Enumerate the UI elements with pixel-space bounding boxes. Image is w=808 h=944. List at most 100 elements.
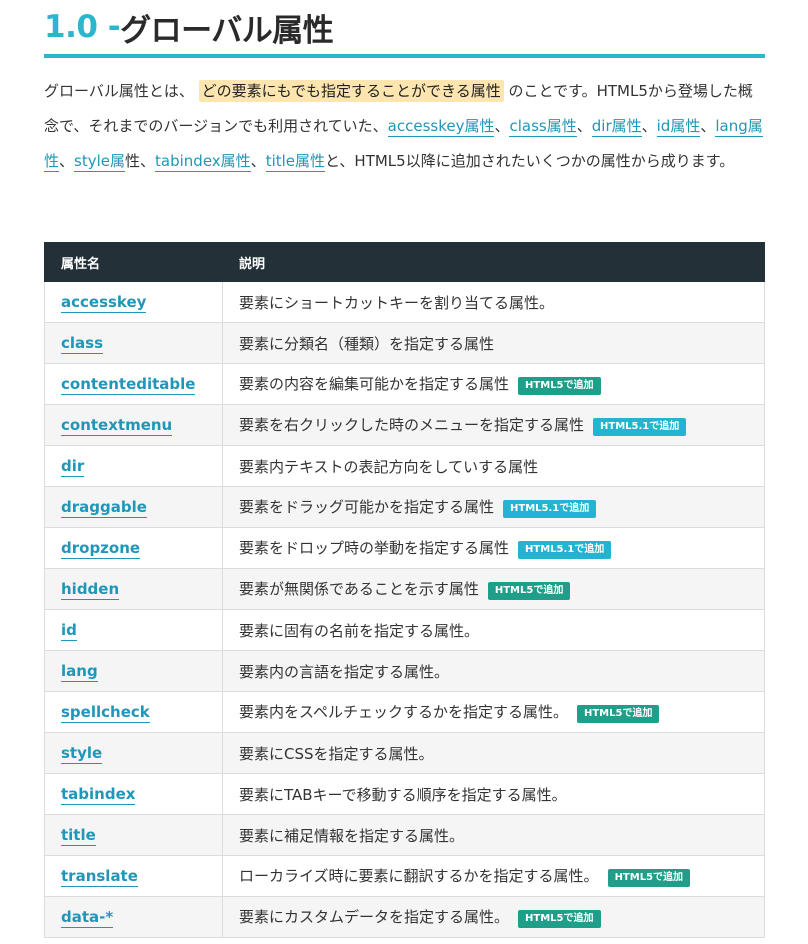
- link-dir[interactable]: dir属性: [591, 117, 642, 137]
- attribute-description: 要素に補足情報を指定する属性。: [239, 826, 465, 845]
- attribute-description: 要素が無関係であることを示す属性: [239, 580, 479, 598]
- table-row: id 要素に固有の名前を指定する属性。: [44, 609, 765, 651]
- attribute-link[interactable]: draggable: [61, 498, 147, 518]
- attribute-name-cell: spellcheck: [44, 691, 223, 733]
- separator: 、: [700, 117, 716, 135]
- attribute-name-cell: translate: [44, 855, 223, 897]
- attribute-link[interactable]: data-*: [61, 908, 114, 928]
- attribute-link[interactable]: dir: [61, 457, 85, 477]
- header-description: 説明: [222, 242, 765, 282]
- attribute-link[interactable]: dropzone: [61, 539, 141, 559]
- attribute-link[interactable]: spellcheck: [61, 703, 150, 723]
- attribute-description: 要素にTABキーで移動する順序を指定する属性。: [239, 785, 567, 804]
- attribute-name-cell: tabindex: [44, 773, 223, 815]
- attribute-link[interactable]: accesskey: [61, 293, 147, 313]
- attribute-name-cell: title: [44, 814, 223, 856]
- table-row: draggable 要素をドラッグ可能かを指定する属性 HTML5.1で追加: [44, 486, 765, 528]
- section-number: 1.0 -: [44, 9, 121, 45]
- intro-text-3: と、HTML5以降に追加されたいくつかの属性から成ります。: [325, 152, 735, 170]
- attribute-description-cell: 要素にショートカットキーを割り当てる属性。: [222, 281, 765, 323]
- attribute-description-cell: 要素に補足情報を指定する属性。: [222, 814, 765, 856]
- attribute-description-cell: 要素をドロップ時の挙動を指定する属性 HTML5.1で追加: [222, 527, 765, 569]
- attribute-description: 要素にカスタムデータを指定する属性。: [239, 908, 510, 926]
- attribute-description: 要素を右クリックした時のメニューを指定する属性: [239, 416, 585, 434]
- table-row: class 要素に分類名（種類）を指定する属性: [44, 322, 765, 364]
- attribute-link[interactable]: lang: [61, 662, 98, 682]
- attribute-description: 要素の内容を編集可能かを指定する属性: [239, 375, 510, 393]
- attribute-link[interactable]: class: [61, 334, 104, 354]
- separator: 、: [250, 152, 266, 170]
- table-row: translate ローカライズ時に要素に翻訳するかを指定する属性。 HTML5で追…: [44, 855, 765, 897]
- version-badge: HTML5で追加: [518, 910, 601, 928]
- link-accesskey[interactable]: accesskey属性: [387, 117, 495, 137]
- attribute-name-cell: contenteditable: [44, 363, 223, 405]
- attribute-description: 要素をドラッグ可能かを指定する属性: [239, 498, 495, 516]
- section-heading: 1.0 - グローバル属性: [44, 0, 765, 58]
- page: 1.0 - グローバル属性 グローバル属性とは、 どの要素にもでも指定することが…: [0, 0, 808, 944]
- table-header-row: 属性名 説明: [44, 242, 765, 282]
- attribute-name-cell: hidden: [44, 568, 223, 610]
- attribute-description-cell: 要素を右クリックした時のメニューを指定する属性 HTML5.1で追加: [222, 404, 765, 446]
- link-title[interactable]: title属性: [265, 152, 326, 172]
- attribute-description-cell: 要素をドラッグ可能かを指定する属性 HTML5.1で追加: [222, 486, 765, 528]
- table-row: tabindex 要素にTABキーで移動する順序を指定する属性。: [44, 773, 765, 815]
- attribute-description-cell: 要素内テキストの表記方向をしていする属性: [222, 445, 765, 487]
- attribute-description: 要素に固有の名前を指定する属性。: [239, 621, 480, 640]
- attributes-table: 属性名 説明 accesskey 要素にショートカットキーを割り当てる属性。 cla…: [44, 242, 765, 938]
- attribute-description: 要素内をスペルチェックするかを指定する属性。: [239, 703, 568, 721]
- attribute-link[interactable]: title: [61, 826, 96, 846]
- intro-paragraph: グローバル属性とは、 どの要素にもでも指定することができる属性 のことです。HT…: [44, 74, 766, 179]
- table-row: dir 要素内テキストの表記方向をしていする属性: [44, 445, 765, 487]
- table-body: accesskey 要素にショートカットキーを割り当てる属性。 class 要素に分類…: [44, 281, 765, 938]
- separator: 、: [494, 117, 510, 135]
- separator: 、: [576, 117, 592, 135]
- table-row: style 要素にCSSを指定する属性。: [44, 732, 765, 774]
- table-row: contenteditable 要素の内容を編集可能かを指定する属性 HTML5で追…: [44, 363, 765, 405]
- header-attribute-name: 属性名: [44, 242, 223, 282]
- attribute-description-cell: 要素が無関係であることを示す属性 HTML5で追加: [222, 568, 765, 610]
- attribute-link[interactable]: id: [61, 621, 77, 641]
- attribute-link[interactable]: hidden: [61, 580, 120, 600]
- attribute-name-cell: class: [44, 322, 223, 364]
- attribute-name-cell: draggable: [44, 486, 223, 528]
- attribute-description-cell: 要素の内容を編集可能かを指定する属性 HTML5で追加: [222, 363, 765, 405]
- table-row: lang 要素内の言語を指定する属性。: [44, 650, 765, 692]
- table-row: contextmenu 要素を右クリックした時のメニューを指定する属性 HTML5.…: [44, 404, 765, 446]
- separator: 、: [59, 152, 75, 170]
- link-id[interactable]: id属性: [656, 117, 701, 137]
- attribute-description-cell: ローカライズ時に要素に翻訳するかを指定する属性。 HTML5で追加: [222, 855, 765, 897]
- separator: 性、: [125, 152, 156, 170]
- separator: 、: [641, 117, 657, 135]
- attribute-link[interactable]: contenteditable: [61, 375, 196, 395]
- version-badge: HTML5で追加: [576, 705, 660, 723]
- attribute-link[interactable]: style: [61, 744, 103, 764]
- attribute-link[interactable]: tabindex: [61, 785, 136, 805]
- link-tabindex[interactable]: tabindex属性: [155, 152, 251, 172]
- attribute-description-cell: 要素にCSSを指定する属性。: [222, 732, 765, 774]
- table-row: spellcheck 要素内をスペルチェックするかを指定する属性。 HTML5で追加: [44, 691, 765, 733]
- attribute-description-cell: 要素にカスタムデータを指定する属性。 HTML5で追加: [222, 896, 765, 938]
- attribute-name-cell: data-*: [44, 896, 223, 938]
- table-row: dropzone 要素をドロップ時の挙動を指定する属性 HTML5.1で追加: [44, 527, 765, 569]
- intro-text-1: グローバル属性とは、: [44, 82, 194, 100]
- attribute-link[interactable]: contextmenu: [61, 416, 173, 436]
- attribute-description-cell: 要素内をスペルチェックするかを指定する属性。 HTML5で追加: [222, 691, 765, 733]
- table-row: accesskey 要素にショートカットキーを割り当てる属性。: [44, 281, 765, 323]
- attribute-name-cell: style: [44, 732, 223, 774]
- attribute-link[interactable]: translate: [61, 867, 138, 887]
- section-title: グローバル属性: [120, 12, 334, 49]
- attribute-description: 要素に分類名（種類）を指定する属性: [239, 334, 495, 353]
- table-row: hidden 要素が無関係であることを示す属性 HTML5で追加: [44, 568, 765, 610]
- table-row: title 要素に補足情報を指定する属性。: [44, 814, 765, 856]
- version-badge: HTML5で追加: [487, 582, 571, 600]
- attribute-description: 要素内テキストの表記方向をしていする属性: [239, 457, 539, 476]
- attribute-name-cell: id: [44, 609, 223, 651]
- attribute-description: 要素にCSSを指定する属性。: [239, 744, 434, 763]
- attribute-description-cell: 要素内の言語を指定する属性。: [222, 650, 765, 692]
- link-class[interactable]: class属性: [509, 117, 577, 137]
- attribute-description-cell: 要素に固有の名前を指定する属性。: [222, 609, 765, 651]
- link-style[interactable]: style属: [74, 152, 126, 172]
- attribute-description: 要素内の言語を指定する属性。: [239, 662, 450, 681]
- attribute-name-cell: dir: [44, 445, 223, 487]
- version-badge: HTML5で追加: [518, 377, 601, 395]
